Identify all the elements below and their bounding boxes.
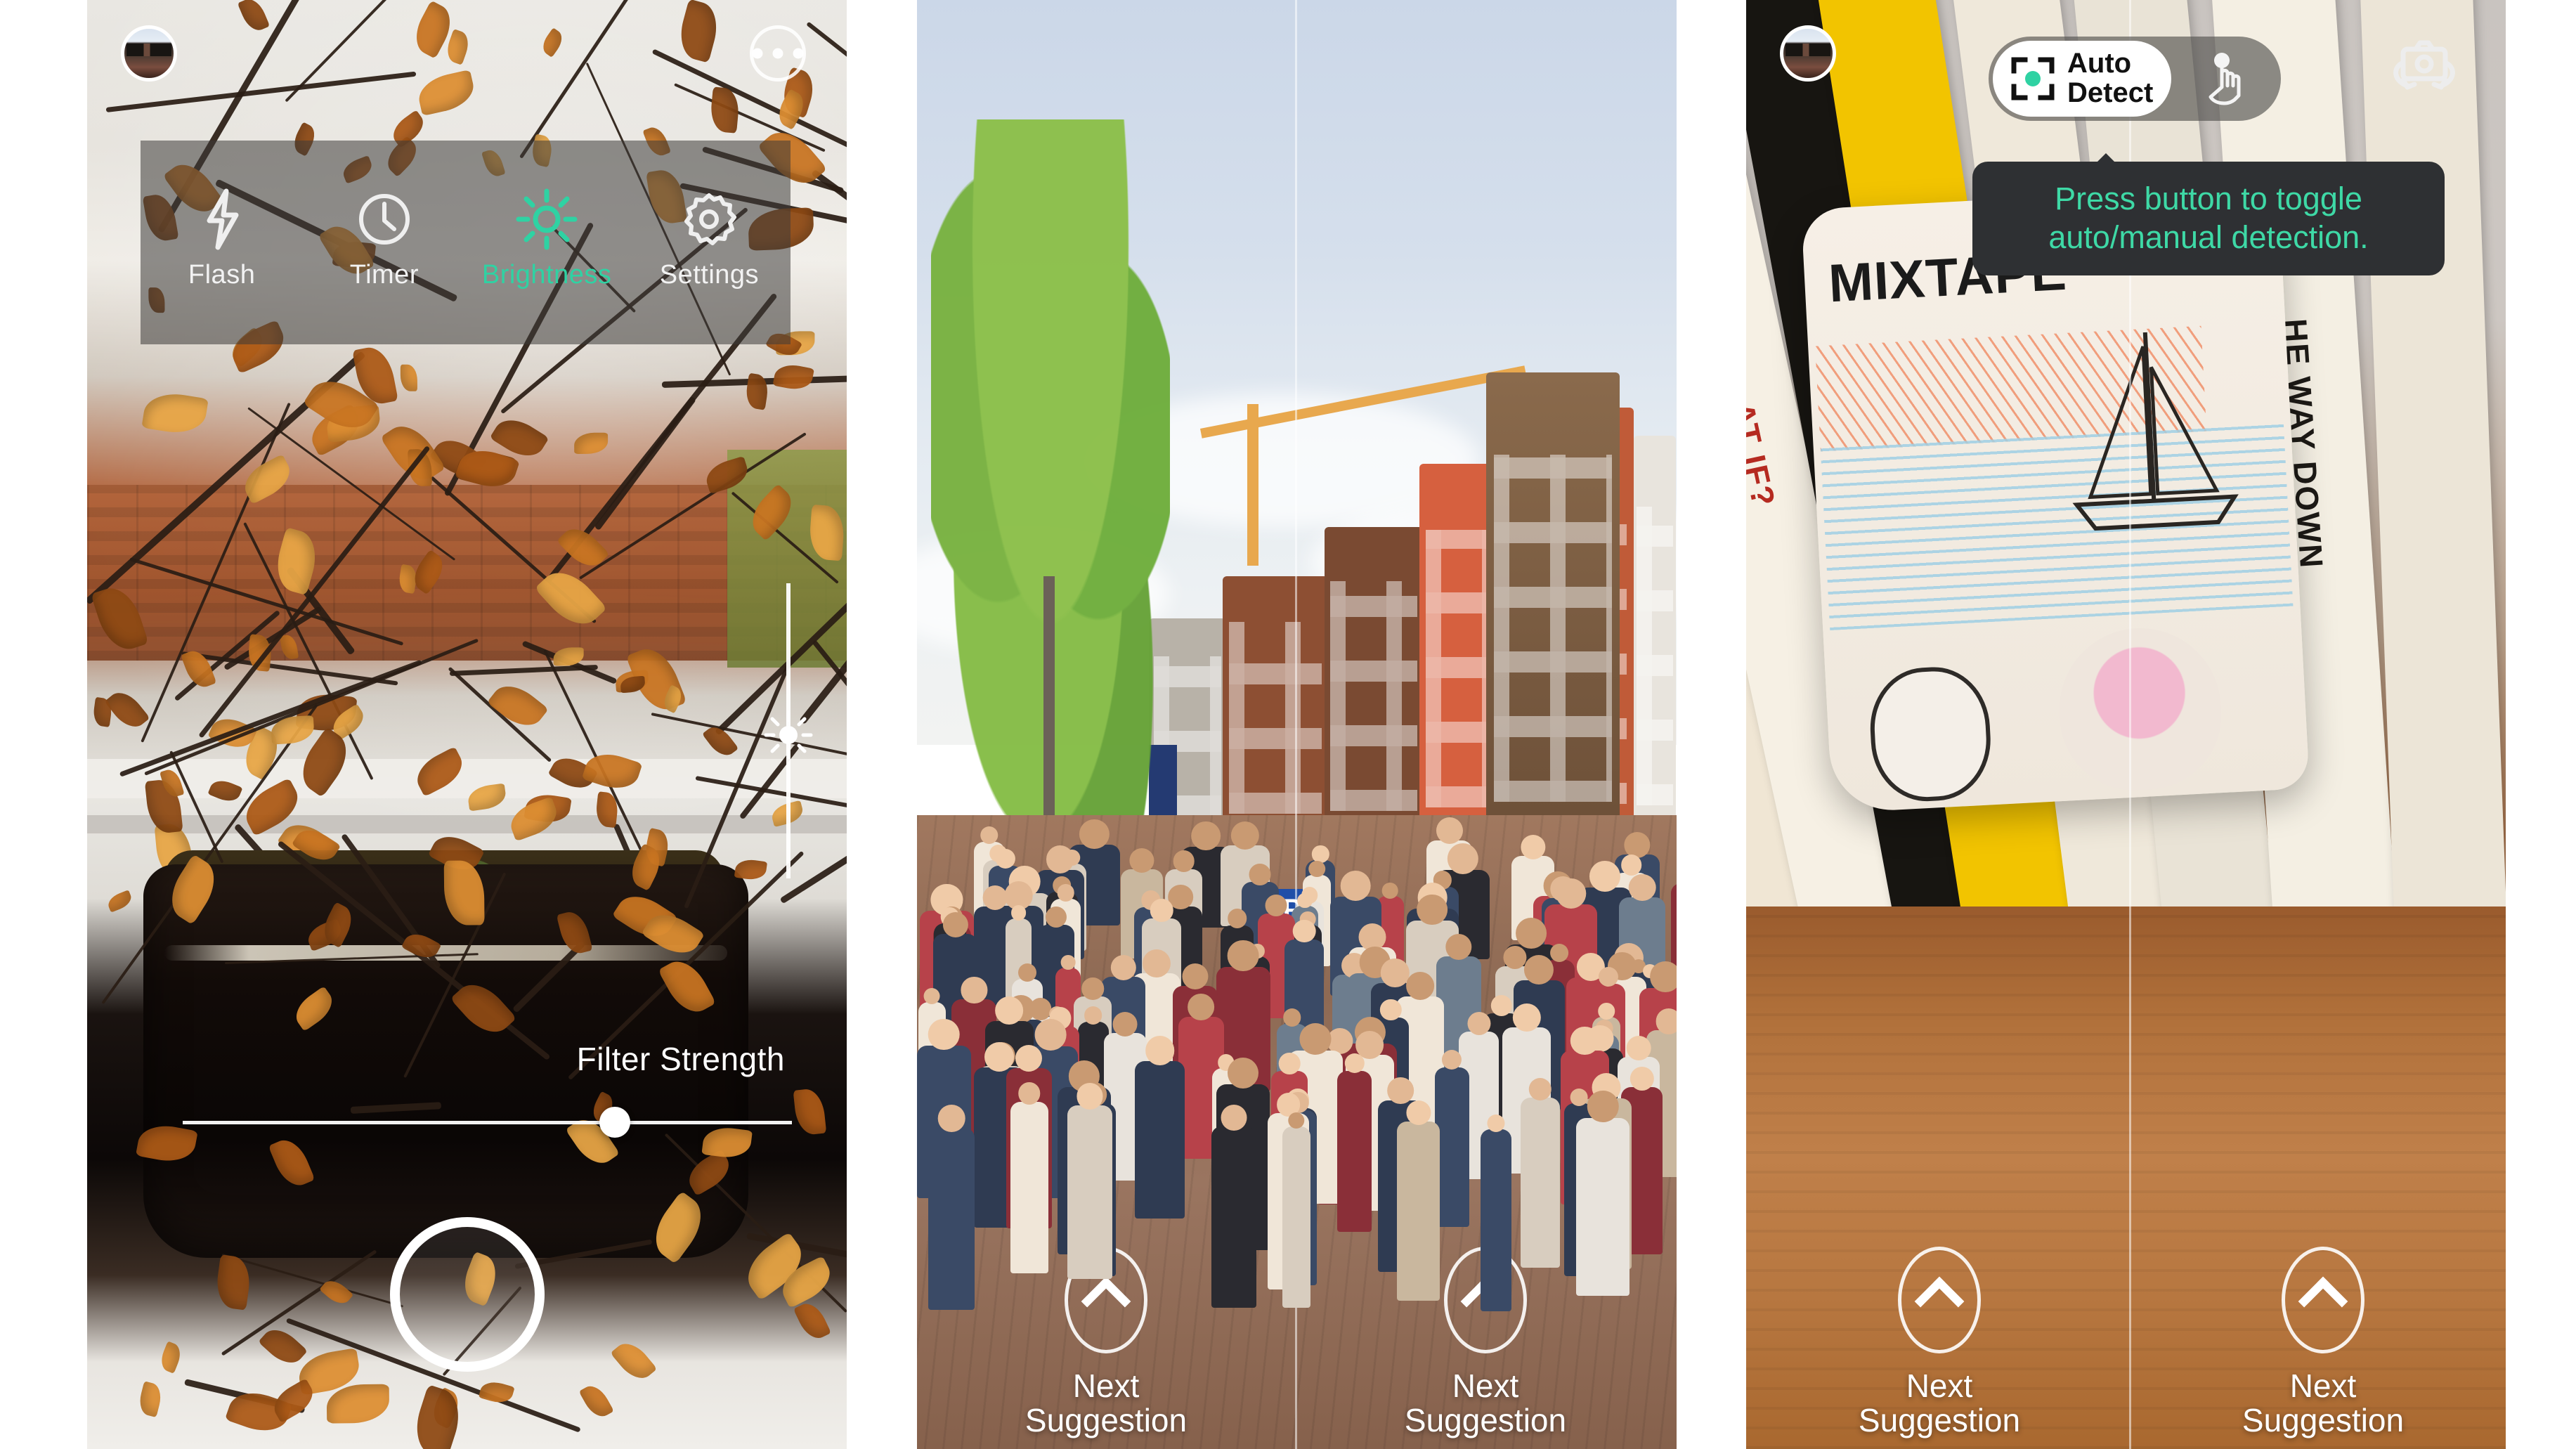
toolbar-label-timer: Timer (349, 260, 419, 290)
panel-suggestions-street: P Next Suggestion Next Suggestion (917, 0, 1677, 1449)
camera-viewfinder-photo-3: ODY OF B AT IF? CHE JOUR ONS TO READ HE … (1746, 0, 2506, 1449)
toolbar-label-settings: Settings (659, 260, 760, 290)
toolbar-item-settings[interactable]: Settings (639, 187, 779, 290)
toolbar-item-timer[interactable]: Timer (314, 187, 455, 290)
brightness-icon (476, 187, 617, 252)
detect-mode-toggle: Auto Detect (1989, 37, 2282, 121)
screenshot-root: Flash Timer Brightness Settings Filter S… (0, 0, 2576, 1449)
toolbar-item-brightness[interactable]: Brightness (476, 187, 617, 290)
camera-toolbar: Flash Timer Brightness Settings (141, 141, 791, 344)
toolbar-label-brightness: Brightness (481, 260, 612, 290)
focus-frame-icon (2011, 57, 2055, 100)
tap-hand-icon (2204, 52, 2249, 105)
panel-camera-controls: Flash Timer Brightness Settings Filter S… (87, 0, 847, 1449)
camera-viewfinder-photo-2: P (917, 0, 1677, 1449)
settings-icon (639, 187, 779, 252)
auto-detect-button[interactable]: Auto Detect (1993, 41, 2172, 117)
toolbar-item-flash[interactable]: Flash (152, 187, 292, 290)
camera-flip-icon (2386, 30, 2462, 105)
panel-auto-detect: ODY OF B AT IF? CHE JOUR ONS TO READ HE … (1746, 0, 2506, 1449)
auto-detect-label-line2: Detect (2067, 77, 2154, 108)
auto-detect-label-line1: Auto (2067, 48, 2132, 79)
manual-detect-button[interactable] (2180, 41, 2272, 117)
shutter-button[interactable] (389, 1217, 545, 1372)
timer-icon (314, 187, 455, 252)
camera-flip-button[interactable] (2386, 30, 2462, 105)
flash-icon (152, 187, 292, 252)
toolbar-label-flash: Flash (188, 260, 256, 290)
